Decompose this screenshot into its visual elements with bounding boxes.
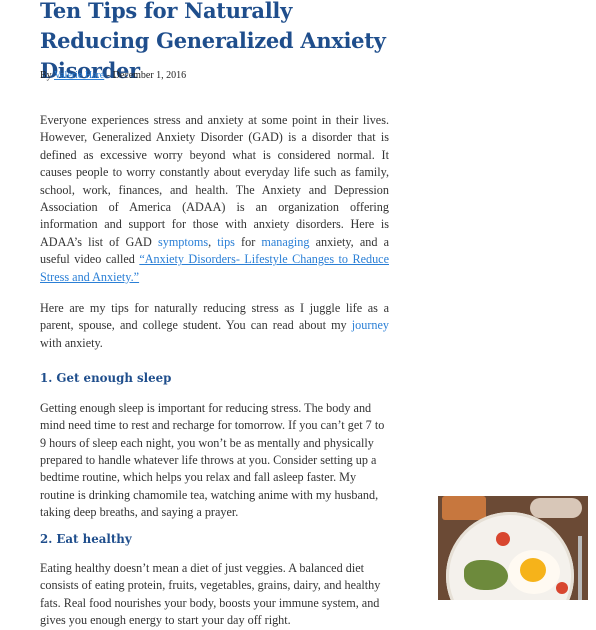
journey-link[interactable]: journey bbox=[352, 318, 389, 332]
intro-text-3: for bbox=[234, 234, 262, 249]
symptoms-link[interactable]: symptoms bbox=[158, 235, 208, 249]
second-text-1: Here are my tips for naturally reducing … bbox=[40, 301, 389, 333]
second-paragraph: Here are my tips for naturally reducing … bbox=[40, 300, 389, 352]
egg-yolk-shape bbox=[520, 558, 546, 582]
tomato-shape bbox=[556, 582, 568, 594]
toast-shape bbox=[442, 496, 486, 520]
byline-prefix: By bbox=[40, 70, 54, 81]
intro-text-1: Everyone experiences stress and anxiety … bbox=[40, 113, 389, 249]
byline: By Valerie Hare - December 1, 2016 bbox=[40, 70, 186, 81]
tomato-shape bbox=[496, 532, 510, 546]
managing-link[interactable]: managing bbox=[261, 235, 309, 249]
tips-link[interactable]: tips bbox=[217, 235, 235, 249]
greens-shape bbox=[464, 560, 508, 590]
section-body-sleep: Getting enough sleep is important for re… bbox=[40, 400, 385, 520]
author-link[interactable]: Valerie Hare bbox=[54, 70, 104, 81]
plate-shape bbox=[446, 512, 574, 600]
fork-shape bbox=[578, 536, 582, 600]
second-text-2: with anxiety. bbox=[40, 335, 103, 350]
intro-text-2: , bbox=[208, 234, 218, 249]
breakfast-plate-image bbox=[438, 496, 588, 600]
publish-date: December 1, 2016 bbox=[112, 70, 187, 81]
section-heading-eat: 2. Eat healthy bbox=[40, 531, 132, 546]
bowl-shape bbox=[530, 498, 582, 518]
byline-separator: - bbox=[104, 70, 113, 81]
section-heading-sleep: 1. Get enough sleep bbox=[40, 371, 172, 386]
article-body: Everyone experiences stress and anxiety … bbox=[40, 112, 389, 630]
section-body-eat: Eating healthy doesn’t mean a diet of ju… bbox=[40, 560, 381, 628]
intro-paragraph: Everyone experiences stress and anxiety … bbox=[40, 112, 389, 286]
